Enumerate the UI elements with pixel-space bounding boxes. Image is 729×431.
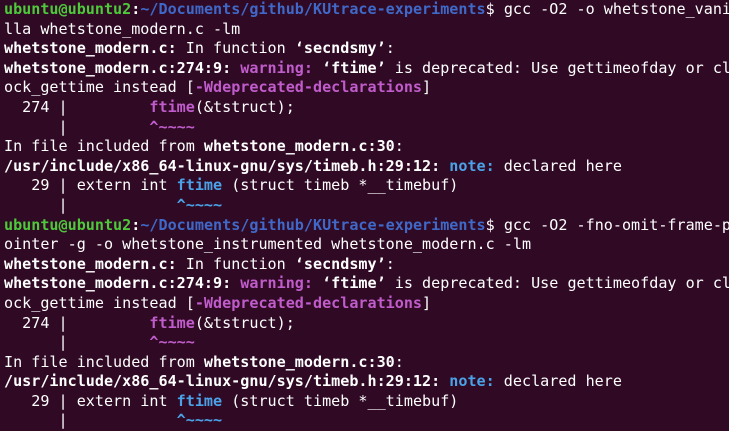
terminal-line: ubuntu@ubuntu2:~/Documents/github/KUtrac… <box>4 0 729 20</box>
terminal-text-segment: ‘ftime’ <box>322 58 386 77</box>
terminal-text-segment: $ gcc -O2 -fno-omit-frame-p <box>485 215 729 234</box>
terminal-line: 29 | extern int ftime (struct timeb *__t… <box>4 392 729 412</box>
terminal-line: whetstone_modern.c: In function ‘secndsm… <box>4 39 729 59</box>
terminal-text-segment: warning: <box>240 274 313 293</box>
terminal-text-segment: declared here <box>494 372 622 391</box>
terminal-text-segment: whetstone_modern.c: <box>4 254 177 273</box>
terminal-text-segment: ‘ftime’ <box>322 274 386 293</box>
terminal-text-segment: (&tstruct); <box>194 313 295 332</box>
terminal-text-segment: /usr/include/x86_64-linux-gnu/sys/timeb.… <box>4 156 441 175</box>
terminal-line: /usr/include/x86_64-linux-gnu/sys/timeb.… <box>4 157 729 177</box>
terminal-text-segment: $ gcc -O2 -o whetstone_vani <box>485 0 729 18</box>
terminal-text-segment: -Wdeprecated-declarations <box>194 293 423 312</box>
terminal-text-segment: | <box>4 195 177 214</box>
terminal-text-segment: ock_gettime instead [ <box>4 293 195 312</box>
terminal-text-segment: : <box>385 254 395 273</box>
terminal-line: | ^~~~~ <box>4 333 729 353</box>
terminal-text-segment: /usr/include/x86_64-linux-gnu/sys/timeb.… <box>4 372 441 391</box>
terminal-text-segment: lla whetstone_modern.c -lm <box>4 19 241 38</box>
terminal-text-segment: 274 | <box>4 97 150 116</box>
terminal-text-segment: ftime <box>149 97 195 116</box>
terminal-line: | ^~~~~ <box>4 196 729 216</box>
terminal-line: In file included from whetstone_modern.c… <box>4 353 729 373</box>
terminal-line: lla whetstone_modern.c -lm <box>4 20 729 40</box>
terminal-line: whetstone_modern.c: In function ‘secndsm… <box>4 255 729 275</box>
terminal-text-segment: ftime <box>176 176 223 195</box>
terminal-text-segment: ] <box>422 78 432 97</box>
terminal-line: | ^~~~~ <box>4 411 729 431</box>
terminal-line: ubuntu@ubuntu2:~/Documents/github/KUtrac… <box>4 216 729 236</box>
terminal-text-segment: note: <box>449 372 495 391</box>
terminal-text-segment: whetstone_modern.c:274:9: <box>4 58 232 77</box>
terminal-text-segment: In file included from <box>4 352 204 371</box>
terminal-text-segment: 29 | extern int <box>4 176 177 195</box>
terminal-line: 274 | ftime(&tstruct); <box>4 98 729 118</box>
terminal-text-segment: ] <box>422 293 432 312</box>
terminal-text-segment: : <box>394 137 404 156</box>
terminal-text-segment: -Wdeprecated-declarations <box>194 78 423 97</box>
terminal-text-segment: (&tstruct); <box>194 97 295 116</box>
terminal-text-segment: 274 | <box>4 313 150 332</box>
terminal-text-segment: In file included from <box>4 137 204 156</box>
terminal-text-segment: In function <box>176 254 295 273</box>
terminal-text-segment: ‘secndsmy’ <box>294 39 386 58</box>
terminal-text-segment: | <box>4 333 150 352</box>
terminal-text-segment: note: <box>449 156 495 175</box>
terminal-text-segment: ubuntu@ubuntu2 <box>4 215 132 234</box>
terminal-line: whetstone_modern.c:274:9: warning: ‘ftim… <box>4 274 729 294</box>
terminal-text-segment: is deprecated: Use gettimeofday or cl <box>385 58 729 77</box>
terminal-line: ointer -g -o whetstone_instrumented whet… <box>4 235 729 255</box>
terminal-text-segment: : <box>394 352 404 371</box>
terminal-text-segment: | <box>4 117 150 136</box>
terminal-text-segment: whetstone_modern.c: <box>4 39 177 58</box>
terminal-text-segment: : <box>131 0 141 18</box>
terminal-text-segment: ftime <box>149 313 195 332</box>
terminal-text-segment: ^~~~~ <box>176 411 223 430</box>
terminal-text-segment: In function <box>176 39 295 58</box>
terminal-text-segment: : <box>131 215 141 234</box>
terminal-line: 29 | extern int ftime (struct timeb *__t… <box>4 176 729 196</box>
terminal-text-segment: ointer -g -o whetstone_instrumented whet… <box>4 235 532 254</box>
terminal-text-segment: | <box>4 411 177 430</box>
terminal-output[interactable]: ubuntu@ubuntu2:~/Documents/github/KUtrac… <box>0 0 729 429</box>
terminal-text-segment: ^~~~~ <box>176 195 223 214</box>
terminal-text-segment: ock_gettime instead [ <box>4 78 195 97</box>
terminal-text-segment: ^~~~~ <box>149 117 195 136</box>
terminal-line: whetstone_modern.c:274:9: warning: ‘ftim… <box>4 59 729 79</box>
terminal-line: ock_gettime instead [-Wdeprecated-declar… <box>4 78 729 98</box>
terminal-text-segment: ~/Documents/github/KUtrace-experiments <box>140 0 486 18</box>
terminal-text-segment: warning: <box>240 58 313 77</box>
terminal-text-segment: declared here <box>494 156 622 175</box>
terminal-text-segment: whetstone_modern.c:30 <box>203 137 395 156</box>
terminal-text-segment: whetstone_modern.c:274:9: <box>4 274 232 293</box>
terminal-line: ock_gettime instead [-Wdeprecated-declar… <box>4 294 729 314</box>
terminal-text-segment: ‘secndsmy’ <box>294 254 386 273</box>
terminal-line: /usr/include/x86_64-linux-gnu/sys/timeb.… <box>4 372 729 392</box>
terminal-text-segment: ~/Documents/github/KUtrace-experiments <box>140 215 486 234</box>
terminal-line: 274 | ftime(&tstruct); <box>4 314 729 334</box>
terminal-line: | ^~~~~ <box>4 118 729 138</box>
terminal-text-segment: ^~~~~ <box>149 333 195 352</box>
terminal-text-segment: (struct timeb *__timebuf) <box>222 176 459 195</box>
terminal-text-segment: ubuntu@ubuntu2 <box>4 0 132 18</box>
terminal-line: In file included from whetstone_modern.c… <box>4 137 729 157</box>
terminal-text-segment: whetstone_modern.c:30 <box>203 352 395 371</box>
terminal-text-segment: is deprecated: Use gettimeofday or cl <box>385 274 729 293</box>
terminal-text-segment: : <box>385 39 395 58</box>
